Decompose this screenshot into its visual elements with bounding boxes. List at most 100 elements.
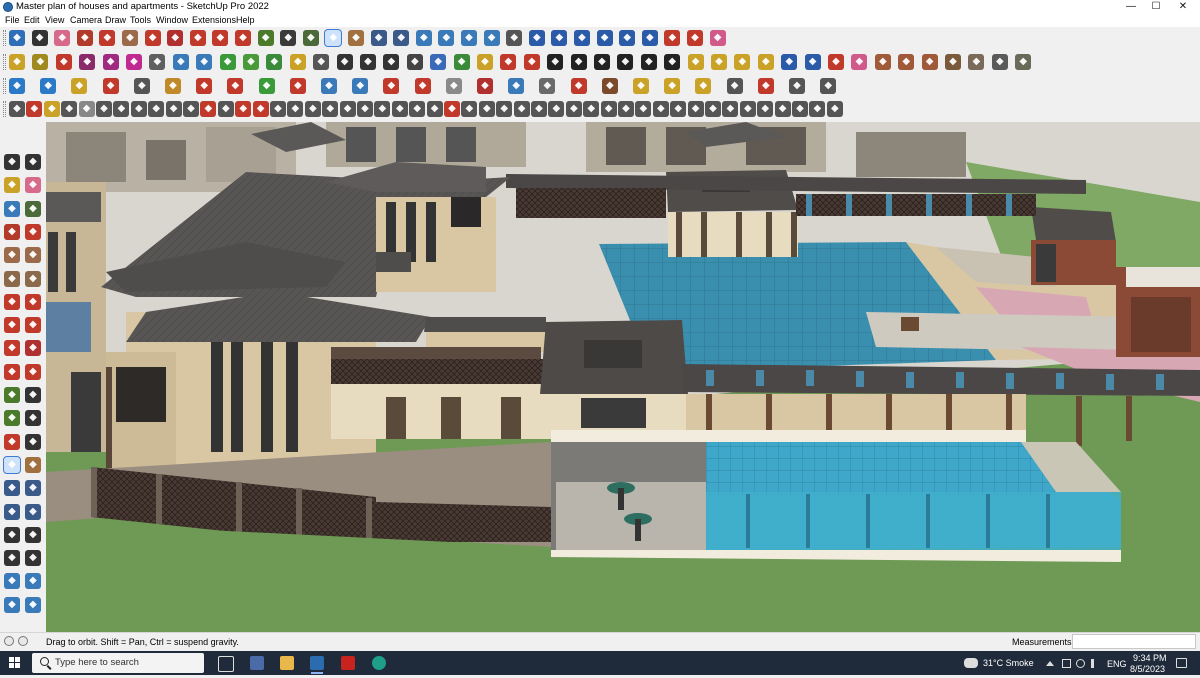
edge-tool-ae-icon[interactable]: ◆ [531, 101, 547, 117]
toolbar-grip[interactable] [3, 101, 6, 117]
acrobat-icon[interactable] [338, 654, 358, 672]
plugin-c-icon[interactable]: ◆ [71, 78, 88, 94]
edge-tool-v-icon[interactable]: ◆ [374, 101, 391, 117]
show-hidden-icons-icon[interactable] [1046, 661, 1054, 666]
sandbox-c-icon[interactable]: ◆ [4, 596, 20, 613]
orbit-icon[interactable]: ◆ [324, 29, 343, 47]
calculator-icon[interactable] [247, 654, 267, 672]
paint-tool-left-icon[interactable]: ◆ [4, 177, 20, 194]
edge-tool-aj-icon[interactable]: ◆ [618, 101, 634, 117]
volume-icon[interactable] [1091, 659, 1100, 668]
menu-edit[interactable]: Edit [24, 15, 40, 25]
pan-icon[interactable]: ◆ [348, 30, 364, 46]
plugin-h-icon[interactable]: ◆ [227, 78, 244, 94]
monochrome-icon[interactable]: ◆ [313, 54, 330, 70]
menu-view[interactable]: View [45, 15, 64, 25]
edge-tool-o-icon[interactable]: ◆ [252, 101, 269, 117]
plugin-z-icon[interactable]: ◆ [789, 78, 805, 94]
ring-d-icon[interactable]: ◆ [617, 54, 634, 70]
edge-tool-n-icon[interactable]: ◆ [235, 101, 252, 117]
paint-bucket-icon[interactable]: ◆ [302, 30, 319, 46]
axes-tool-icon[interactable]: ◆ [4, 433, 20, 450]
edge-tool-as-icon[interactable]: ◆ [774, 101, 791, 117]
toolbar-grip[interactable] [3, 54, 6, 70]
edge-tool-ao-icon[interactable]: ◆ [705, 101, 721, 117]
grid-d-icon[interactable]: ◆ [757, 54, 774, 70]
close-button[interactable]: ✕ [1166, 0, 1200, 14]
push-pull-icon[interactable]: ◆ [144, 30, 161, 46]
plugin-j-icon[interactable]: ◆ [289, 78, 306, 94]
plugin-i-icon[interactable]: ◆ [258, 78, 275, 94]
edge-tool-e-icon[interactable]: ◆ [78, 101, 95, 117]
edge-tool-ai-icon[interactable]: ◆ [600, 101, 617, 117]
ring-b-icon[interactable]: ◆ [570, 54, 587, 70]
previous-view-icon[interactable]: ◆ [25, 503, 41, 520]
grid-a-icon[interactable]: ◆ [687, 54, 704, 70]
plugin-w-icon[interactable]: ◆ [695, 78, 712, 94]
plugin-y-icon[interactable]: ◆ [757, 78, 774, 94]
sandbox-icon[interactable]: ◆ [406, 54, 423, 70]
section-plane-icon[interactable]: ◆ [415, 30, 432, 46]
menu-draw[interactable]: Draw [105, 15, 126, 25]
pie-tool-icon[interactable]: ◆ [25, 293, 41, 310]
polygon-tool-icon[interactable]: ◆ [25, 270, 41, 287]
warehouse-icon[interactable]: ◆ [461, 30, 477, 46]
fog-icon[interactable]: ◆ [360, 54, 376, 70]
back-view-icon[interactable]: ◆ [102, 54, 119, 70]
edge-tool-i-icon[interactable]: ◆ [148, 101, 165, 117]
arc-tool-left-icon[interactable]: ◆ [4, 293, 20, 310]
contour-icon[interactable]: ◆ [430, 54, 447, 70]
section-icon[interactable]: ◆ [641, 30, 658, 46]
push-tool-left-icon[interactable]: ◆ [25, 340, 41, 357]
edge-tool-b-icon[interactable]: ◆ [26, 101, 43, 117]
start-button[interactable] [0, 651, 30, 675]
menu-file[interactable]: File [5, 15, 20, 25]
edge-tool-al-icon[interactable]: ◆ [652, 101, 669, 117]
edge-tool-an-icon[interactable]: ◆ [687, 101, 704, 117]
plugin-p-icon[interactable]: ◆ [477, 78, 493, 94]
flip-icon[interactable]: ◆ [574, 30, 590, 46]
edge-tool-d-icon[interactable]: ◆ [61, 101, 78, 117]
plugin-u-icon[interactable]: ◆ [633, 78, 649, 94]
toolbar-grip[interactable] [3, 30, 6, 46]
move-tool-left-icon[interactable]: ◆ [4, 340, 20, 357]
notifications-icon[interactable] [1176, 658, 1187, 668]
plugin-a-icon[interactable]: ◆ [9, 78, 25, 94]
iso-view-icon[interactable]: ◆ [9, 54, 25, 70]
taskbar-search[interactable]: Type here to search [32, 653, 204, 673]
eraser-tool-left-icon[interactable]: ◆ [25, 177, 41, 194]
edge-tool-av-icon[interactable]: ◆ [826, 101, 843, 117]
zoom-icon[interactable]: ◆ [370, 30, 387, 46]
edge-tool-ab-icon[interactable]: ◆ [478, 101, 495, 117]
loop-b-icon[interactable]: ◆ [804, 54, 821, 70]
shadow-icon[interactable]: ◆ [336, 54, 353, 70]
edge-tool-l-icon[interactable]: ◆ [200, 101, 217, 117]
material-d-icon[interactable]: ◆ [945, 54, 961, 70]
text-icon[interactable]: ◆ [280, 30, 297, 46]
language-indicator[interactable]: ENG [1107, 659, 1127, 669]
component2-icon[interactable]: ◆ [551, 30, 568, 46]
rotate-icon[interactable]: ◆ [212, 30, 229, 46]
edge-tool-q-icon[interactable]: ◆ [287, 101, 304, 117]
edge-tool-au-icon[interactable]: ◆ [809, 101, 826, 117]
tag-icon[interactable]: ◆ [851, 54, 868, 70]
rectangle-tool-left-icon[interactable]: ◆ [4, 247, 20, 264]
plugin-l-icon[interactable]: ◆ [352, 78, 369, 94]
loop-a-icon[interactable]: ◆ [781, 54, 798, 70]
sandbox-b-icon[interactable]: ◆ [25, 573, 41, 590]
offset-tool-icon[interactable]: ◆ [4, 317, 20, 334]
ring-c-icon[interactable]: ◆ [594, 54, 610, 70]
network-icon[interactable] [1062, 659, 1071, 668]
weather-icon[interactable] [964, 658, 978, 668]
menu-extensions[interactable]: Extensions [192, 15, 236, 25]
textured-icon[interactable]: ◆ [289, 54, 306, 70]
edge-tool-c-icon[interactable]: ◆ [43, 101, 60, 117]
plugin-s-icon[interactable]: ◆ [570, 78, 587, 94]
back-edges-icon[interactable]: ◆ [196, 54, 213, 70]
plugin-x-icon[interactable]: ◆ [726, 78, 743, 94]
meet-now-icon[interactable] [1076, 659, 1085, 668]
edge-tool-ak-icon[interactable]: ◆ [635, 101, 652, 117]
measurements-input[interactable] [1072, 634, 1196, 649]
rotated-rect-icon[interactable]: ◆ [25, 247, 41, 264]
edge-tool-ad-icon[interactable]: ◆ [513, 101, 530, 117]
